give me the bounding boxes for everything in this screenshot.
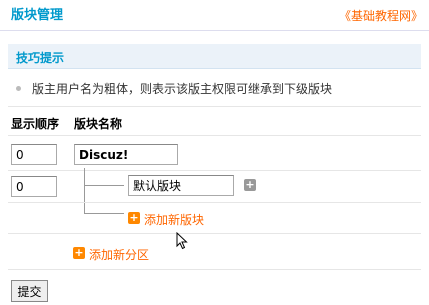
row-divider bbox=[8, 202, 421, 203]
board-name-input[interactable] bbox=[128, 175, 234, 196]
tips-text: 版主用户名为粗体，则表示该版主权限可继承到下级版块 bbox=[32, 82, 333, 96]
board-name-input[interactable] bbox=[74, 144, 178, 165]
row-divider bbox=[8, 170, 421, 171]
column-header-name: 版块名称 bbox=[74, 117, 123, 131]
column-header-order: 显示顺序 bbox=[11, 117, 60, 131]
row-divider bbox=[8, 233, 421, 234]
title-divider bbox=[0, 30, 429, 31]
add-subboard-plus-icon[interactable]: + bbox=[244, 179, 256, 191]
tips-box: 技巧提示 bbox=[8, 44, 421, 69]
plus-icon[interactable]: + bbox=[128, 212, 140, 224]
header-divider bbox=[8, 135, 421, 136]
add-new-zone-link[interactable]: 添加新分区 bbox=[89, 246, 149, 263]
submit-button[interactable]: 提交 bbox=[11, 280, 48, 302]
display-order-input[interactable] bbox=[11, 144, 57, 165]
source-link[interactable]: 《基础教程网》 bbox=[339, 7, 423, 24]
tips-title: 技巧提示 bbox=[16, 51, 65, 65]
page-title: 版块管理 bbox=[11, 8, 64, 23]
tree-line-branch bbox=[84, 213, 124, 214]
add-new-board-link[interactable]: 添加新版块 bbox=[144, 211, 204, 228]
display-order-input[interactable] bbox=[11, 176, 57, 197]
tree-line-vertical bbox=[84, 168, 85, 214]
bullet-icon bbox=[16, 86, 21, 91]
mouse-pointer-icon bbox=[176, 232, 188, 250]
tips-divider bbox=[8, 106, 421, 107]
plus-icon[interactable]: + bbox=[73, 247, 85, 259]
row-divider bbox=[8, 269, 421, 270]
tree-line-branch bbox=[84, 185, 124, 186]
